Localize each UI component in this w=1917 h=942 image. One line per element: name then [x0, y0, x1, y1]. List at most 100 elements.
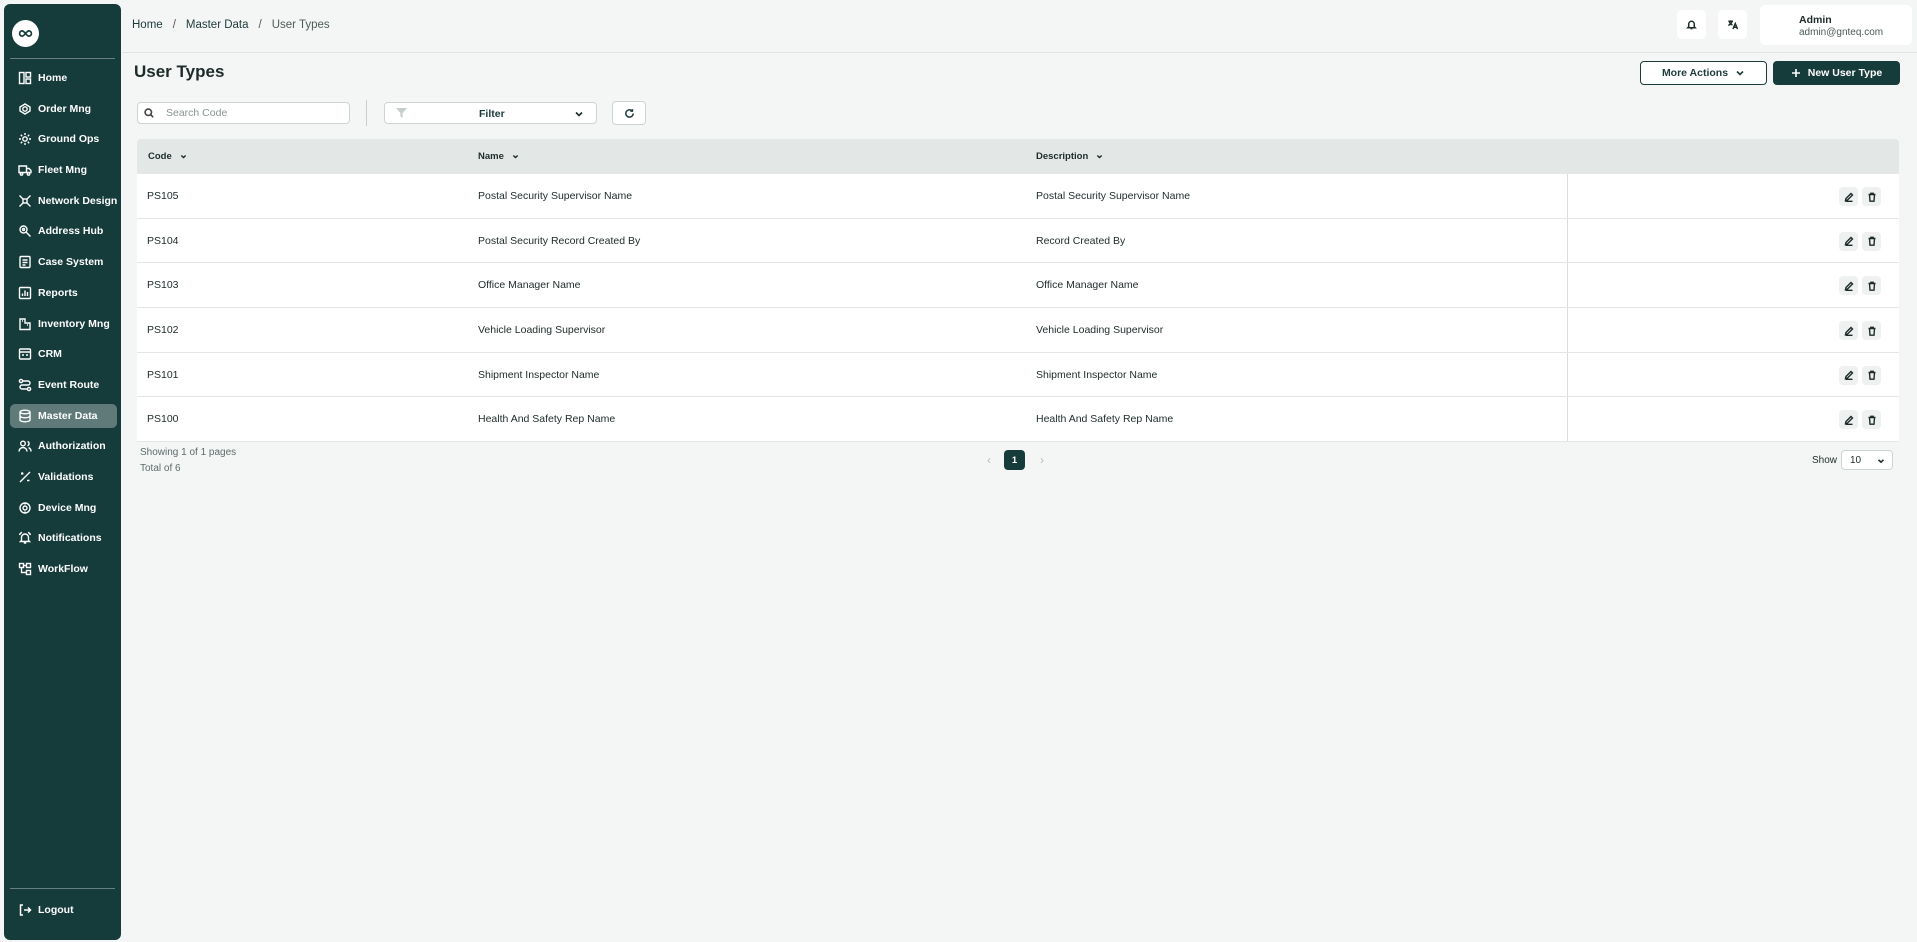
trash-icon	[1868, 236, 1875, 247]
breadcrumb-separator: /	[172, 19, 176, 31]
pagination-total: Total of 6	[140, 463, 181, 474]
infinity-icon	[18, 30, 33, 37]
cell-code: PS104	[147, 234, 179, 247]
sidebar-item-order-mng[interactable]: Order Mng	[10, 97, 117, 121]
column-header-name[interactable]: Name	[478, 151, 519, 162]
bell-icon	[1686, 20, 1697, 30]
breadcrumb-home[interactable]: Home	[132, 19, 163, 31]
sidebar-item-validations[interactable]: Validations	[10, 465, 117, 489]
sidebar-item-event-route[interactable]: Event Route	[10, 373, 117, 397]
next-page-button[interactable]: ›	[1040, 453, 1044, 467]
sidebar-item-master-data[interactable]: Master Data	[10, 403, 117, 428]
sidebar-item-label: Reports	[38, 286, 78, 299]
cell-description: Shipment Inspector Name	[1036, 368, 1158, 381]
sidebar-item-notifications[interactable]: Notifications	[10, 526, 117, 550]
page-number-button[interactable]: 1	[1004, 450, 1025, 470]
database-icon	[18, 409, 32, 423]
table-row[interactable]: PS101 Shipment Inspector Name Shipment Ins…	[137, 352, 1899, 398]
notifications-button[interactable]	[1677, 10, 1706, 39]
app-logo[interactable]	[12, 20, 39, 47]
more-actions-button[interactable]: More Actions	[1640, 61, 1767, 85]
sidebar-item-authorization[interactable]: Authorization	[10, 434, 117, 458]
sidebar-item-label: Ground Ops	[38, 133, 100, 146]
sidebar-item-label: Fleet Mng	[38, 164, 87, 177]
edit-button[interactable]	[1839, 231, 1858, 251]
trash-icon	[1868, 326, 1875, 336]
column-header-label: Name	[478, 151, 504, 162]
refresh-button[interactable]	[612, 101, 646, 125]
page-size-select[interactable]: 10	[1841, 450, 1893, 470]
column-divider	[1567, 263, 1568, 308]
column-header-description[interactable]: Description	[1036, 151, 1103, 162]
sidebar-item-device-mng[interactable]: Device Mng	[10, 496, 117, 520]
sidebar-item-network-design[interactable]: Network Design	[10, 189, 117, 213]
column-header-code[interactable]: Code	[148, 151, 187, 162]
user-email: admin@gnteq.com	[1799, 27, 1884, 38]
cell-name: Office Manager Name	[478, 279, 581, 292]
sidebar-item-crm[interactable]: CRM	[10, 342, 117, 366]
table-row[interactable]: PS103 Office Manager Name Office Manager N…	[137, 263, 1899, 309]
user-name: Admin	[1799, 14, 1832, 26]
trash-icon	[1868, 370, 1875, 381]
cell-description: Record Created By	[1036, 234, 1126, 247]
top-bar: Home / Master Data / User Types	[122, 0, 1917, 53]
language-button[interactable]	[1718, 10, 1747, 39]
sidebar-item-workflow[interactable]: WorkFlow	[10, 557, 117, 581]
sidebar-item-label: Network Design	[38, 194, 118, 207]
table-header: Code Name Description	[137, 139, 1899, 174]
search-icon	[144, 108, 154, 118]
delete-button[interactable]	[1862, 365, 1881, 385]
sidebar-item-case-system[interactable]: Case System	[10, 250, 117, 274]
filter-dropdown[interactable]: Filter	[384, 102, 597, 124]
edit-button[interactable]	[1839, 410, 1858, 430]
cell-name: Vehicle Loading Supervisor	[478, 324, 606, 337]
breadcrumb-master-data[interactable]: Master Data	[186, 19, 249, 31]
sidebar-item-label: Master Data	[38, 409, 98, 422]
case-icon	[18, 255, 32, 269]
table-row[interactable]: PS100 Health And Safety Rep Name Health An…	[137, 397, 1899, 443]
cell-name: Health And Safety Rep Name	[478, 413, 616, 426]
user-profile[interactable]: Admin admin@gnteq.com	[1760, 5, 1912, 45]
edit-button[interactable]	[1839, 276, 1858, 296]
chevron-down-icon	[1877, 459, 1885, 464]
refresh-icon	[624, 108, 634, 118]
sidebar: Home Order Mng Ground Ops Fleet Mng Network …	[4, 4, 121, 940]
delete-button[interactable]	[1862, 321, 1881, 341]
page-size-value: 10	[1850, 455, 1862, 466]
delete-button[interactable]	[1862, 276, 1881, 296]
sidebar-item-home[interactable]: Home	[10, 66, 117, 90]
inventory-icon	[18, 317, 32, 331]
bell-icon	[18, 531, 32, 545]
sidebar-item-label: Inventory Mng	[38, 317, 110, 330]
search-box	[137, 102, 350, 124]
table-row[interactable]: PS105 Postal Security Supervisor Name Post…	[137, 174, 1899, 219]
delete-button[interactable]	[1862, 231, 1881, 251]
table-row[interactable]: PS102 Vehicle Loading Supervisor Vehicle L…	[137, 308, 1899, 353]
chevron-down-icon	[574, 109, 584, 122]
pencil-icon	[1844, 192, 1853, 202]
breadcrumb: Home / Master Data / User Types	[132, 19, 330, 31]
sidebar-item-ground-ops[interactable]: Ground Ops	[10, 127, 117, 151]
new-user-type-button[interactable]: New User Type	[1773, 61, 1900, 85]
delete-button[interactable]	[1862, 187, 1881, 206]
trash-icon	[1868, 192, 1875, 202]
sidebar-item-fleet-mng[interactable]: Fleet Mng	[10, 158, 117, 182]
prev-page-button[interactable]: ‹	[987, 453, 991, 467]
new-user-type-label: New User Type	[1807, 67, 1883, 79]
sidebar-item-address-hub[interactable]: Address Hub	[10, 219, 117, 243]
delete-button[interactable]	[1862, 410, 1881, 430]
sidebar-item-inventory-mng[interactable]: Inventory Mng	[10, 312, 117, 336]
sidebar-item-label: Notifications	[38, 532, 102, 545]
page-size-label: Show	[1812, 455, 1838, 466]
order-icon	[18, 102, 32, 116]
sidebar-item-reports[interactable]: Reports	[10, 281, 117, 305]
cell-name: Shipment Inspector Name	[478, 368, 600, 381]
sidebar-item-label: Event Route	[38, 378, 100, 391]
sidebar-item-label: Home	[38, 72, 68, 84]
logout-button[interactable]: Logout	[18, 903, 74, 917]
table-row[interactable]: PS104 Postal Security Record Created By Re…	[137, 218, 1899, 264]
edit-button[interactable]	[1839, 365, 1858, 385]
edit-button[interactable]	[1839, 321, 1858, 341]
search-input[interactable]	[166, 107, 336, 119]
edit-button[interactable]	[1839, 187, 1858, 206]
